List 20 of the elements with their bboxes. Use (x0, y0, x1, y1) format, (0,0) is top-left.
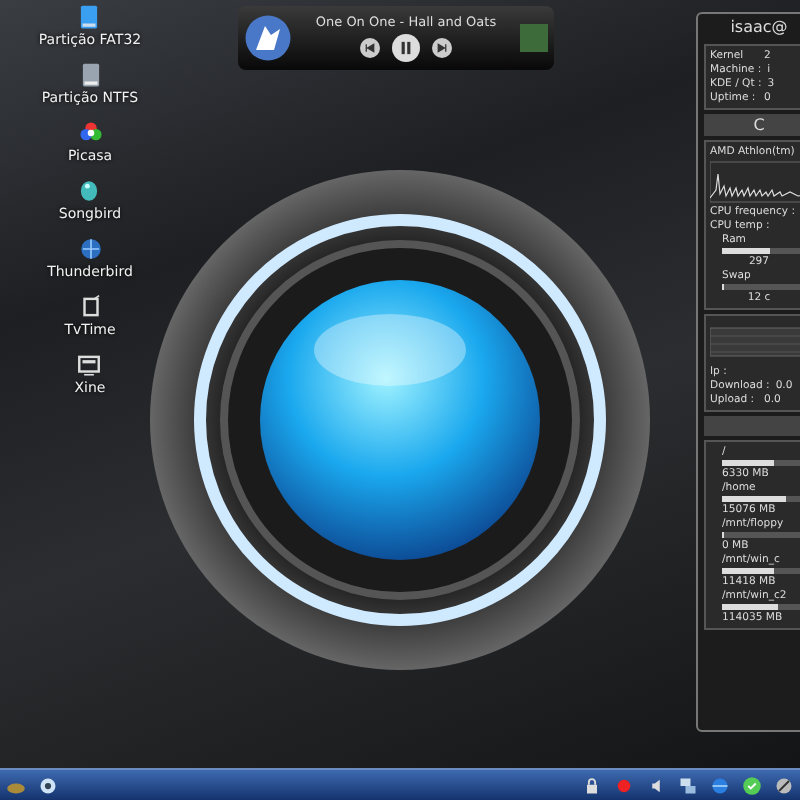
network-icon[interactable] (678, 775, 698, 795)
tv-icon[interactable] (77, 294, 103, 320)
flower-icon[interactable] (77, 120, 103, 146)
section-heading: C (704, 114, 800, 136)
next-icon[interactable] (432, 38, 452, 58)
username-heading: isaac@ (728, 16, 790, 40)
monitor-icon[interactable] (76, 352, 103, 378)
pause-icon[interactable] (392, 34, 420, 62)
check-icon[interactable] (742, 775, 762, 795)
globe-icon[interactable] (77, 236, 103, 262)
album-art-placeholder (520, 24, 548, 52)
speaker-icon[interactable] (646, 775, 666, 795)
section-header-bar (704, 416, 800, 436)
previous-icon[interactable] (360, 38, 380, 58)
lock-icon[interactable] (582, 775, 602, 795)
gear-icon[interactable] (38, 775, 58, 795)
stop-icon[interactable] (614, 775, 634, 795)
drive-icon[interactable] (76, 4, 103, 30)
bird-icon[interactable] (76, 178, 103, 204)
globe-icon[interactable] (710, 775, 730, 795)
